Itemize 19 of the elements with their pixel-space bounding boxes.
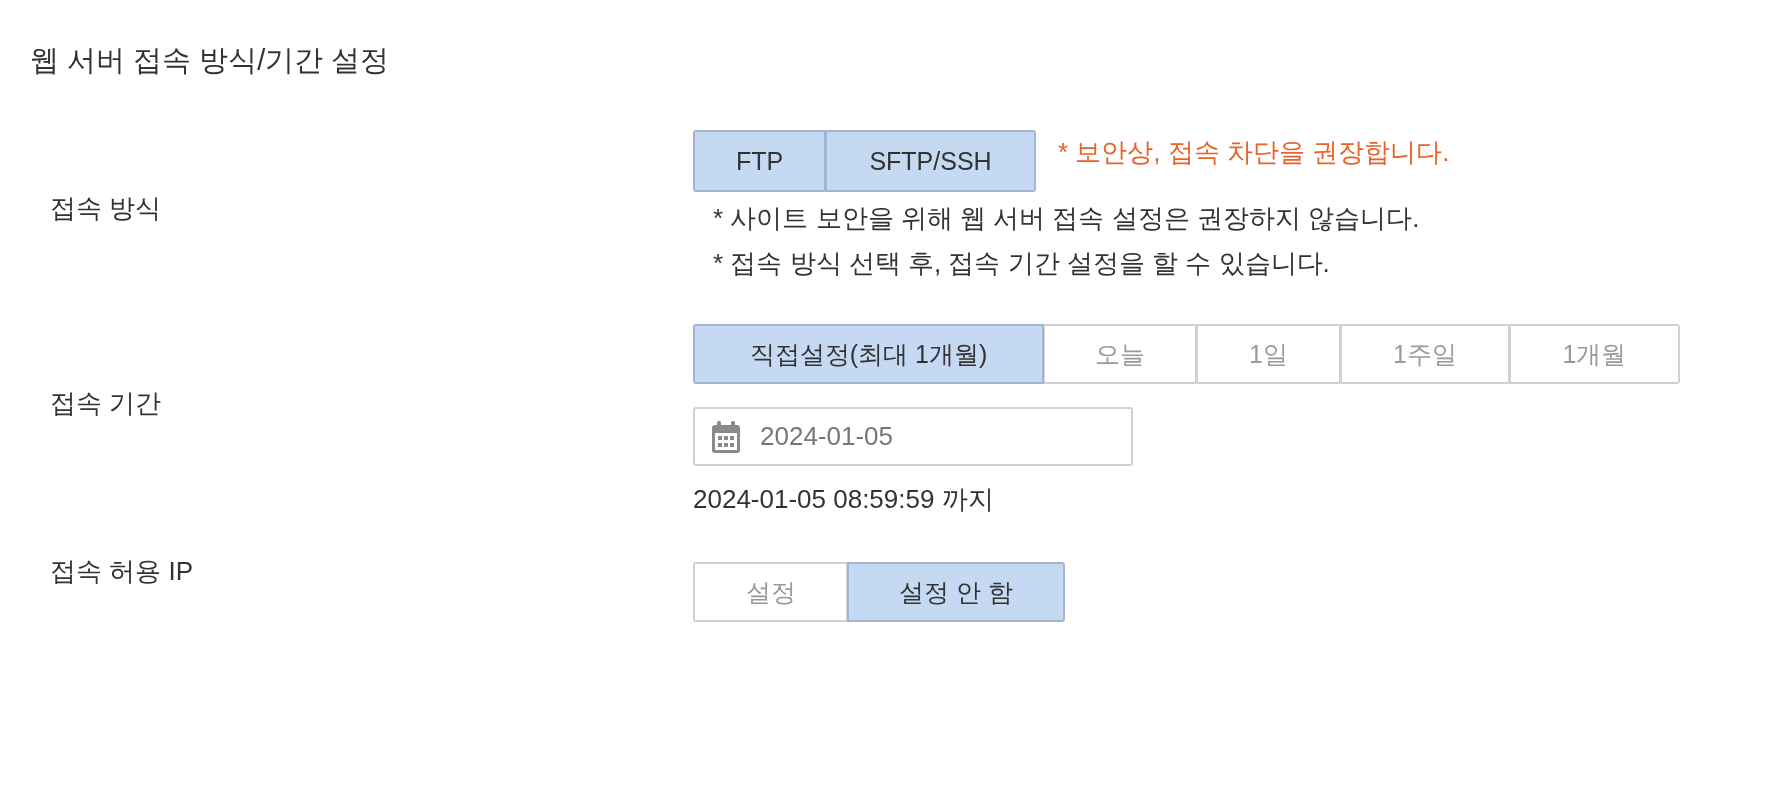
method-option-button[interactable]: FTP bbox=[693, 130, 826, 192]
field-label: 접속 기간 bbox=[50, 386, 162, 420]
period-option-button[interactable]: 직접설정(최대 1개월) bbox=[693, 324, 1044, 384]
field-label: 접속 방식 bbox=[50, 192, 162, 225]
end-datetime-text: 2024-01-05 08:59:59 까지 bbox=[693, 483, 994, 516]
period-option-button[interactable]: 오늘 bbox=[1043, 324, 1197, 384]
note-text: * 사이트 보안을 위해 웹 서버 접속 설정은 권장하지 않습니다. bbox=[713, 202, 1420, 235]
calendar-icon bbox=[712, 420, 740, 453]
period-option-button[interactable]: 1주일 bbox=[1340, 324, 1510, 384]
field-label: 접속 허용 IP bbox=[50, 554, 193, 588]
method-option-button[interactable]: SFTP/SSH bbox=[825, 130, 1036, 192]
ip-option-button[interactable]: 설정 안 함 bbox=[847, 562, 1065, 622]
warning-text: * 보안상, 접속 차단을 권장합니다. bbox=[1058, 136, 1450, 169]
page-title: 웹 서버 접속 방식/기간 설정 bbox=[30, 43, 390, 78]
note-text: * 접속 방식 선택 후, 접속 기간 설정을 할 수 있습니다. bbox=[713, 247, 1331, 280]
date-field[interactable]: 2024-01-05 bbox=[693, 407, 1133, 466]
period-option-button[interactable]: 1개월 bbox=[1509, 324, 1680, 384]
ip-option-button[interactable]: 설정 bbox=[693, 562, 848, 622]
period-option-button[interactable]: 1일 bbox=[1196, 324, 1341, 384]
